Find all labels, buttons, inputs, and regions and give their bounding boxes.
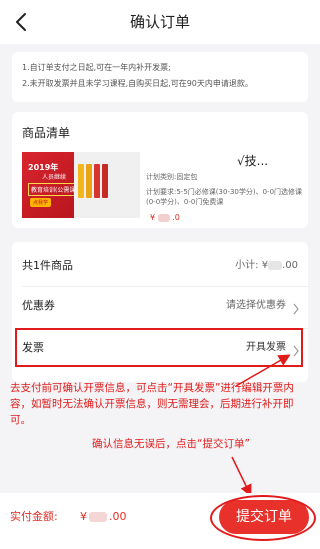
total-prefix: ¥ xyxy=(80,510,87,523)
total-amount: ¥ .00 xyxy=(80,493,127,541)
arrow-to-invoice xyxy=(235,354,291,387)
arrow-to-submit xyxy=(231,456,252,497)
total-label: 实付金额: xyxy=(10,510,58,523)
price-blur xyxy=(89,512,107,522)
annotation-arrows xyxy=(231,354,291,497)
submit-highlight-ring xyxy=(210,495,316,541)
total-suffix: .00 xyxy=(109,510,127,523)
